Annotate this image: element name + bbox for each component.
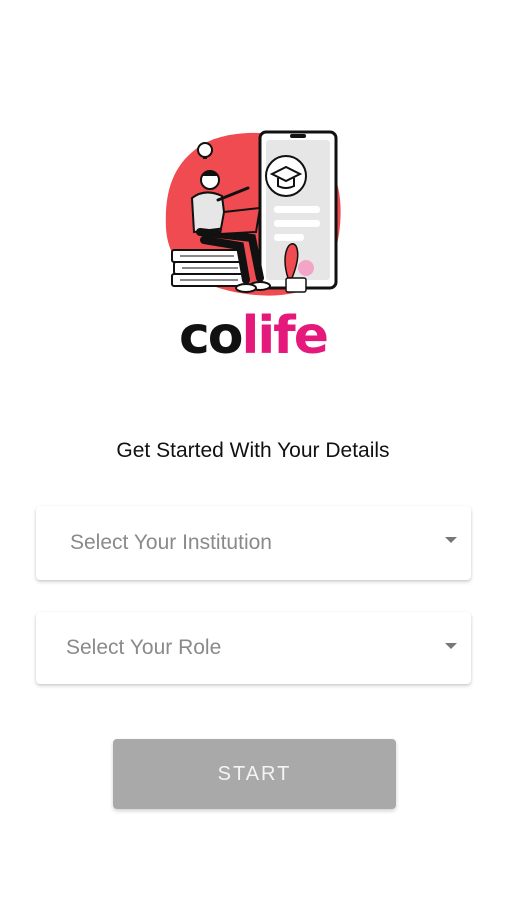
chevron-down-icon	[445, 537, 457, 543]
form-heading: Get Started With Your Details	[116, 439, 390, 462]
role-select-placeholder: Select Your Role	[66, 636, 222, 659]
hero-illustration	[160, 128, 350, 303]
chevron-down-icon	[445, 643, 457, 649]
colife-logo: colife	[0, 300, 506, 372]
role-select[interactable]: Select Your Role	[36, 612, 471, 684]
logo-prefix: co	[178, 306, 244, 366]
start-button[interactable]: START	[113, 739, 396, 809]
get-started-screen: colife Get Started With Your Details Sel…	[0, 0, 506, 900]
institution-select-placeholder: Select Your Institution	[70, 531, 272, 554]
logo-suffix: life	[241, 306, 330, 366]
institution-select[interactable]: Select Your Institution	[36, 506, 471, 580]
